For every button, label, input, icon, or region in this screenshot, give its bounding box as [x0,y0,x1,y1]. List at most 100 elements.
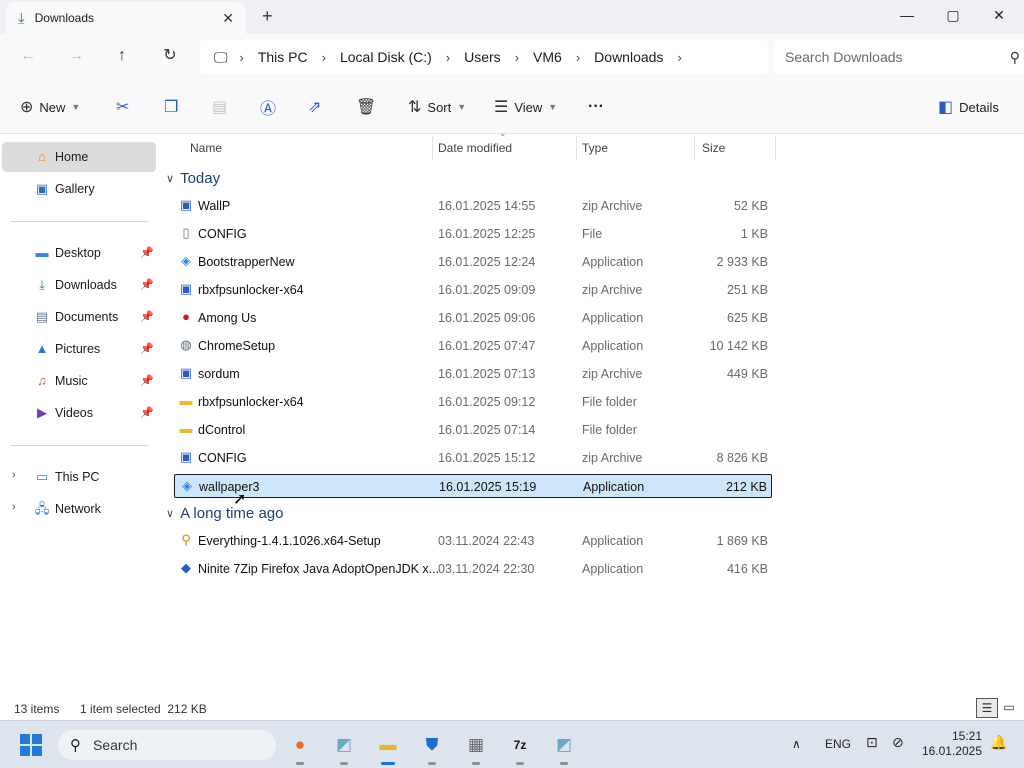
gallery-icon: ▣ [35,181,49,196]
close-window-button[interactable]: ✕ [976,4,1022,28]
file-row[interactable]: ◈ wallpaper3 16.01.2025 15:19 Application 21… [174,474,772,498]
file-row[interactable]: ◍ ChromeSetup 16.01.2025 07:47 Application 1… [174,334,772,358]
crumb-local-disk[interactable]: Local Disk (C:) [340,49,432,65]
group-header-today[interactable]: ∨ Today [166,167,220,189]
chevron-right-icon[interactable]: › [446,50,450,65]
chevron-up-icon[interactable]: ∧ [792,737,801,751]
volume-muted-icon[interactable]: ⊘ [892,734,904,751]
tab-downloads[interactable]: ⤓ Downloads ✕ [6,2,246,34]
search-icon[interactable]: ⚲ [1010,49,1020,66]
zip-icon: ▣ [179,197,193,212]
details-pane-button[interactable]: ◧ Details [938,96,999,118]
file-type: zip Archive [582,283,643,297]
chevron-right-icon[interactable]: › [576,50,580,65]
sidebar-item-downloads[interactable]: ⤓ Downloads 📌 [2,270,156,300]
file-row[interactable]: ⚲ Everything-1.4.1.1026.x64-Setup 03.11.20… [174,529,772,553]
sort-icon: ⇅ [408,99,422,116]
sidebar-item-videos[interactable]: ▶ Videos 📌 [2,398,156,428]
taskbar-search[interactable]: ⚲ Search [58,730,276,760]
new-button[interactable]: ⊕ New ▼ [20,96,80,118]
close-tab-icon[interactable]: ✕ [222,10,234,27]
sidebar-item-this-pc[interactable]: › ▭ This PC [2,462,156,492]
delete-button[interactable]: 🗑 [356,96,376,118]
sidebar-item-documents[interactable]: ▤ Documents 📌 [2,302,156,332]
file-type: File [582,227,603,241]
file-explorer-icon[interactable]: ▬ [374,731,402,765]
column-header-name[interactable]: Name [184,135,432,161]
sort-button[interactable]: ⇅ Sort ▼ [408,96,466,118]
crumb-this-pc[interactable]: This PC [258,49,308,65]
file-type: zip Archive [582,451,643,465]
details-view-button[interactable]: ☰ [976,698,998,718]
sidebar-item-gallery[interactable]: ▣ Gallery [2,174,156,204]
file-row[interactable]: ▣ rbxfpsunlocker-x64 16.01.2025 09:09 zip A… [174,278,772,302]
crumb-downloads[interactable]: Downloads [594,49,663,65]
file-row[interactable]: ▬ rbxfpsunlocker-x64 16.01.2025 09:12 File … [174,390,772,414]
column-header-size[interactable]: Size [696,135,776,161]
chevron-right-icon[interactable]: › [677,50,681,65]
share-button[interactable]: ⇗ [308,96,321,118]
sidebar-item-desktop[interactable]: ▬ Desktop 📌 [2,238,156,268]
new-tab-button[interactable]: + [262,6,273,27]
cut-button[interactable]: ✂ [116,96,129,118]
app-window-icon[interactable]: ◩ [550,731,578,765]
pin-icon[interactable]: 📌 [140,278,154,291]
minimize-button[interactable]: — [884,4,930,28]
up-button[interactable]: ↑ [108,44,136,70]
copy-button[interactable]: ❐ [164,96,178,118]
crumb-vm6[interactable]: VM6 [533,49,562,65]
file-size: 10 142 KB [709,339,768,353]
pin-icon[interactable]: 📌 [140,406,154,419]
chevron-right-icon[interactable]: › [322,50,326,65]
pin-icon[interactable]: 📌 [140,310,154,323]
notification-bell-icon[interactable]: 🔔 [990,734,1007,751]
column-divider[interactable] [694,136,695,160]
rename-button[interactable]: Ⓐ [260,96,276,118]
column-header-type[interactable]: Type [576,135,694,161]
divider [10,445,148,446]
app-window-icon[interactable]: ◩ [330,731,358,765]
column-header-date[interactable]: Date modified [432,135,576,161]
file-row[interactable]: ● Among Us 16.01.2025 09:06 Application 625 … [174,306,772,330]
defender-shield-icon[interactable]: ⛊ [418,731,446,765]
chevron-right-icon[interactable]: › [515,50,519,65]
start-button[interactable] [20,734,42,756]
file-row[interactable]: ▣ sordum 16.01.2025 07:13 zip Archive 449 KB [174,362,772,386]
maximize-button[interactable]: ▢ [930,4,976,28]
file-row[interactable]: ◈ BootstrapperNew 16.01.2025 12:24 Applicat… [174,250,772,274]
clock[interactable]: 15:21 16.01.2025 [920,729,982,759]
firefox-icon[interactable]: ● [286,731,314,765]
file-row[interactable]: ▯ CONFIG 16.01.2025 12:25 File 1 KB [174,222,772,246]
7zip-icon[interactable]: 7z [506,731,534,765]
network-status-icon[interactable]: ⊡ [866,734,878,751]
column-divider[interactable] [775,136,776,160]
group-header-long-ago[interactable]: ∨ A long time ago [166,502,283,524]
refresh-button[interactable]: ↻ [156,44,184,70]
chevron-right-icon[interactable]: › [12,501,16,513]
sidebar-item-music[interactable]: ♫ Music 📌 [2,366,156,396]
file-row[interactable]: ◆ Ninite 7Zip Firefox Java AdoptOpenJDK x… [174,557,772,581]
chevron-right-icon[interactable]: › [240,50,244,65]
breadcrumb[interactable]: 🖵 › This PC › Local Disk (C:) › Users › … [200,40,768,74]
back-button[interactable]: ← [14,44,42,70]
pin-icon[interactable]: 📌 [140,342,154,355]
file-row[interactable]: ▣ WallP 16.01.2025 14:55 zip Archive 52 KB [174,194,772,218]
file-name: WallP [198,199,231,213]
file-row[interactable]: ▬ dControl 16.01.2025 07:14 File folder [174,418,772,442]
search-input[interactable]: Search Downloads ⚲ [774,40,1024,74]
chevron-right-icon[interactable]: › [12,469,16,481]
language-indicator[interactable]: ENG [825,737,851,751]
tiles-view-button[interactable]: ▭ [998,698,1020,718]
pin-icon[interactable]: 📌 [140,246,154,259]
pin-icon[interactable]: 📌 [140,374,154,387]
sidebar-item-network[interactable]: › 🖧 Network [2,494,156,524]
file-row[interactable]: ▣ CONFIG 16.01.2025 15:12 zip Archive 8 826 … [174,446,772,470]
forward-button[interactable]: → [62,44,90,70]
installer-icon[interactable]: ▦ [462,731,490,765]
paste-button[interactable]: ▤ [212,96,227,118]
sidebar-item-pictures[interactable]: ▲ Pictures 📌 [2,334,156,364]
view-button[interactable]: ☰ View ▼ [494,96,557,118]
sidebar-item-home[interactable]: ⌂ Home [2,142,156,172]
more-options-button[interactable]: ··· [588,96,604,118]
crumb-users[interactable]: Users [464,49,501,65]
